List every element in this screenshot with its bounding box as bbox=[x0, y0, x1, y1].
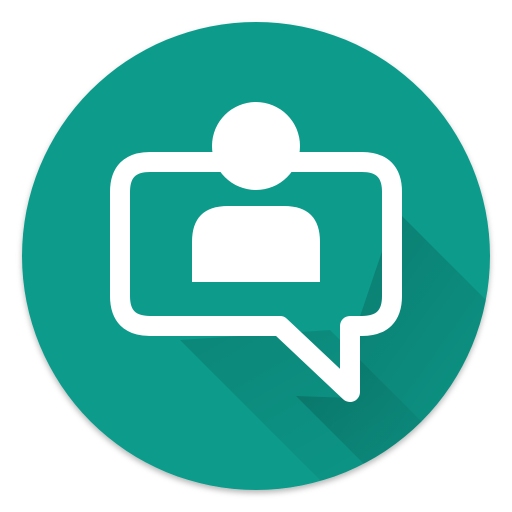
person-body-icon bbox=[192, 206, 320, 282]
person-head-icon bbox=[212, 102, 300, 190]
contact-chat-icon bbox=[22, 22, 490, 490]
app-icon[interactable] bbox=[0, 0, 512, 512]
